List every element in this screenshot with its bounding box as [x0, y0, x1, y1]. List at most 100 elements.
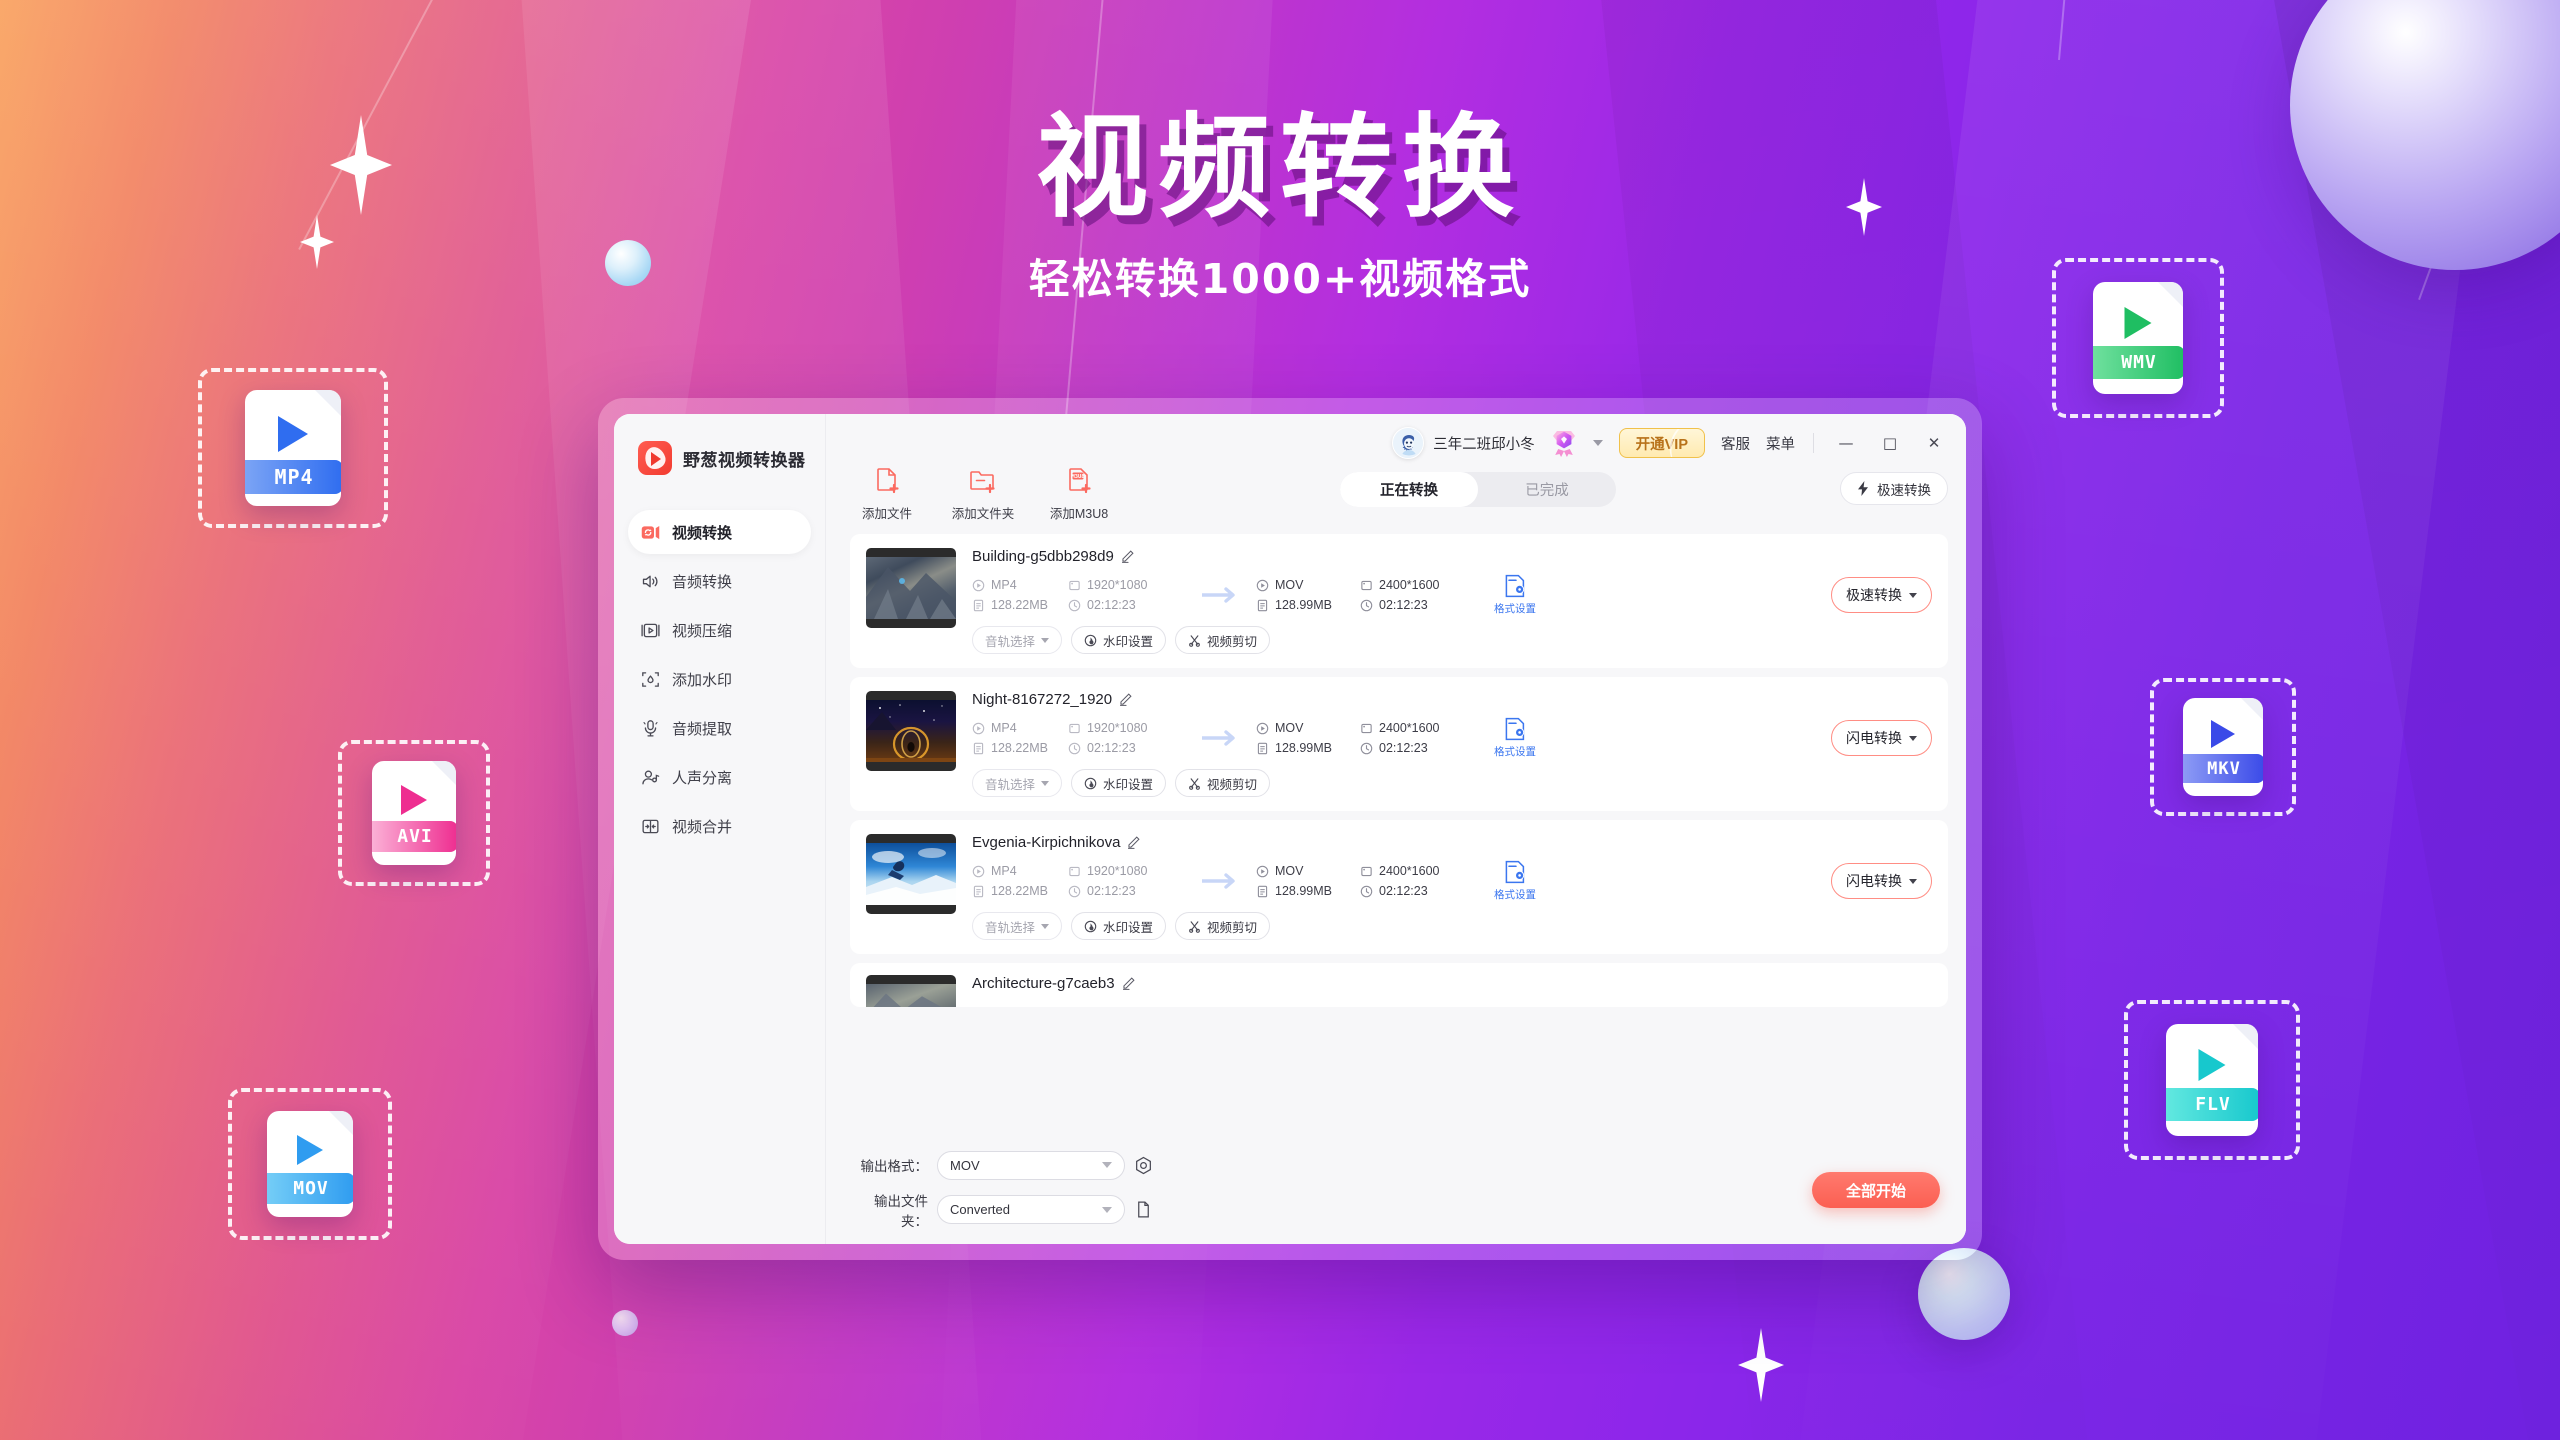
target-resolution: 2400*1600 [1360, 864, 1478, 878]
edit-icon[interactable] [1127, 836, 1141, 849]
divider [1813, 433, 1814, 453]
add-file-button[interactable]: 添加文件 [850, 466, 924, 522]
source-size-value: 128.22MB [991, 741, 1048, 755]
play-icon [401, 785, 427, 815]
output-format-select[interactable]: MOV [937, 1150, 1125, 1180]
table-row[interactable]: Building-g5dbb298d9 MP4 128.22MB 1920*10… [850, 534, 1948, 668]
convert-action-label: 闪电转换 [1846, 873, 1902, 889]
source-resolution-col: 1920*1080 02:12:23 [1068, 721, 1186, 755]
vip-button[interactable]: 开通VIP [1618, 428, 1705, 458]
file-size-icon [1257, 885, 1268, 897]
format-label: FLV [2166, 1088, 2258, 1121]
sidebar-item-audio-convert[interactable]: 音频转换 [628, 559, 811, 603]
format-icon [1256, 865, 1269, 877]
sidebar-item-watermark[interactable]: 添加水印 [628, 657, 811, 701]
sidebar-item-vocal-separate[interactable]: 人声分离 [628, 755, 811, 799]
start-all-button[interactable]: 全部开始 [1812, 1172, 1940, 1208]
sidebar: 野葱视频转换器 视频转换 音频转换 视频压缩 添加水印 音频提取 人声分离 视频… [614, 414, 826, 1244]
convert-action-label: 闪电转换 [1846, 730, 1902, 746]
source-resolution-col: 1920*1080 02:12:23 [1068, 864, 1186, 898]
convert-arrow [1186, 873, 1256, 889]
source-format-col: MP4 128.22MB [972, 721, 1068, 755]
watermark-button[interactable]: 水印设置 [1071, 626, 1167, 654]
page-fold [2233, 1024, 2258, 1049]
edit-icon[interactable] [1122, 977, 1135, 990]
speed-convert-button[interactable]: 极速转换 [1840, 472, 1948, 505]
format-settings-button[interactable]: 格式设置 [1480, 860, 1550, 902]
audio-track-button[interactable]: 音轨选择 [972, 769, 1063, 797]
source-format-value: MP4 [991, 578, 1017, 592]
audio-extract-icon [643, 719, 658, 737]
file-size-icon [1257, 742, 1268, 754]
support-link[interactable]: 客服 [1721, 433, 1750, 454]
add-folder-icon [970, 471, 995, 494]
target-duration-value: 02:12:23 [1379, 884, 1428, 898]
trim-button[interactable]: 视频剪切 [1175, 769, 1271, 797]
target-format: MOV [1256, 864, 1360, 878]
format-badge-flv: FLV [2124, 1000, 2300, 1160]
tabs: 正在转换 已完成 [1340, 472, 1616, 507]
target-duration-value: 02:12:23 [1379, 598, 1428, 612]
medal-icon[interactable] [1551, 429, 1577, 457]
convert-action-button[interactable]: 极速转换 [1831, 577, 1932, 613]
chevron-down-icon [1909, 735, 1917, 741]
page-fold [2241, 698, 2263, 720]
user-profile[interactable]: 三年二班邱小冬 [1392, 427, 1535, 459]
close-button[interactable]: ✕ [1920, 431, 1948, 455]
format-badge-mkv: MKV [2150, 678, 2296, 816]
add-folder-button[interactable]: 添加文件夹 [946, 466, 1020, 522]
edit-icon[interactable] [1119, 693, 1132, 706]
add-file-icon [877, 468, 899, 494]
table-row[interactable]: Evgenia-Kirpichnikova MP4 128.22MB 1920*… [850, 820, 1948, 954]
format-icon [972, 865, 985, 877]
format-settings-button[interactable]: 格式设置 [1480, 574, 1550, 616]
table-row[interactable]: Architecture-g7caeb3 [850, 963, 1948, 1007]
table-row[interactable]: Night-8167272_1920 MP4 128.22MB 1920*108… [850, 677, 1948, 811]
watermark-icon [1084, 634, 1097, 646]
clock-icon [1360, 742, 1373, 754]
sidebar-item-video-convert[interactable]: 视频转换 [628, 510, 811, 554]
target-resolution: 2400*1600 [1360, 578, 1478, 592]
watermark-icon [1084, 777, 1097, 789]
source-resolution-col: 1920*1080 02:12:23 [1068, 578, 1186, 612]
minimize-button[interactable]: — [1832, 431, 1860, 455]
target-format-col: MOV 128.99MB [1256, 864, 1360, 898]
add-m3u8-button[interactable]: M3U8 添加M3U8 [1042, 466, 1116, 522]
trim-button[interactable]: 视频剪切 [1175, 912, 1271, 940]
target-size-value: 128.99MB [1275, 884, 1332, 898]
settings-target-icon[interactable] [1134, 1156, 1153, 1175]
file-title-row: Building-g5dbb298d9 [972, 548, 1932, 565]
target-resolution-col: 2400*1600 02:12:23 [1360, 578, 1478, 612]
file-list[interactable]: Building-g5dbb298d9 MP4 128.22MB 1920*10… [850, 534, 1948, 1140]
svg-text:M3U8: M3U8 [1072, 474, 1085, 480]
watermark-button[interactable]: 水印设置 [1071, 912, 1167, 940]
format-settings-icon [1505, 574, 1525, 598]
arrow-right-icon [1202, 873, 1235, 889]
output-folder-select[interactable]: Converted [937, 1195, 1125, 1224]
target-resolution-col: 2400*1600 02:12:23 [1360, 864, 1478, 898]
edit-icon[interactable] [1121, 550, 1134, 563]
tab-completed[interactable]: 已完成 [1478, 472, 1616, 507]
target-format: MOV [1256, 721, 1360, 735]
source-resolution: 1920*1080 [1068, 578, 1186, 592]
video-thumbnail [866, 691, 956, 771]
chevron-down-icon[interactable] [1592, 440, 1603, 446]
menu-link[interactable]: 菜单 [1766, 433, 1795, 454]
audio-track-button[interactable]: 音轨选择 [972, 912, 1063, 940]
sidebar-item-audio-extract[interactable]: 音频提取 [628, 706, 811, 750]
convert-action-button[interactable]: 闪电转换 [1831, 863, 1932, 899]
folder-icon[interactable] [1134, 1200, 1153, 1219]
sidebar-item-video-compress[interactable]: 视频压缩 [628, 608, 811, 652]
convert-action-button[interactable]: 闪电转换 [1831, 720, 1932, 756]
tab-converting[interactable]: 正在转换 [1340, 472, 1478, 507]
format-settings-button[interactable]: 格式设置 [1480, 717, 1550, 759]
audio-track-button[interactable]: 音轨选择 [972, 626, 1063, 654]
maximize-button[interactable]: □ [1876, 431, 1904, 455]
target-format: MOV [1256, 578, 1360, 592]
sidebar-item-video-merge[interactable]: 视频合并 [628, 804, 811, 848]
watermark-button[interactable]: 水印设置 [1071, 769, 1167, 797]
trim-button[interactable]: 视频剪切 [1175, 626, 1271, 654]
source-resolution-value: 1920*1080 [1087, 864, 1148, 878]
file-name: Building-g5dbb298d9 [972, 548, 1114, 565]
vocal-separate-icon [642, 770, 660, 784]
